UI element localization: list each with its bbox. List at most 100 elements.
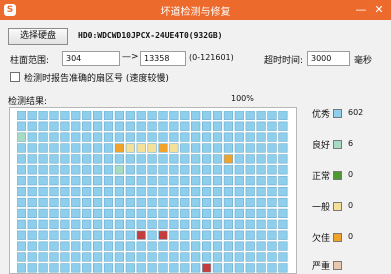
grid-cell-excellent bbox=[278, 111, 288, 120]
grid-cell-excellent bbox=[245, 219, 255, 229]
grid-cell-excellent bbox=[234, 230, 244, 240]
cylinder-from-input[interactable]: 304 bbox=[62, 51, 120, 66]
cylinder-to-input[interactable]: 13358 bbox=[140, 51, 186, 66]
legend-swatch-good bbox=[333, 140, 342, 149]
title-bar: S 坏道检测与修复 — ✕ bbox=[0, 0, 391, 20]
grid-cell-excellent bbox=[180, 154, 190, 164]
legend-count-poor: 0 bbox=[348, 232, 354, 241]
minimize-icon[interactable]: — bbox=[353, 2, 369, 18]
grid-cell-excellent bbox=[136, 252, 146, 262]
close-icon[interactable]: ✕ bbox=[371, 2, 387, 18]
grid-cell-excellent bbox=[267, 219, 277, 229]
grid-cell-excellent bbox=[158, 154, 168, 164]
grid-cell-good bbox=[17, 132, 26, 142]
grid-cell-excellent bbox=[234, 121, 244, 131]
grid-cell-excellent bbox=[17, 154, 26, 164]
grid-cell-excellent bbox=[147, 154, 157, 164]
grid-cell-excellent bbox=[27, 176, 37, 186]
grid-cell-excellent bbox=[125, 263, 135, 273]
grid-cell-excellent bbox=[223, 197, 234, 208]
grid-cell-excellent bbox=[202, 132, 212, 142]
grid-cell-excellent bbox=[38, 132, 48, 142]
grid-cell-excellent bbox=[60, 176, 70, 186]
grid-cell-excellent bbox=[245, 165, 255, 175]
grid-cell-excellent bbox=[223, 132, 234, 142]
grid-cell-excellent bbox=[169, 154, 179, 164]
grid-cell-poor bbox=[158, 143, 168, 153]
grid-cell-excellent bbox=[60, 263, 70, 273]
grid-cell-excellent bbox=[212, 197, 223, 208]
grid-cell-excellent bbox=[38, 197, 48, 208]
grid-cell-excellent bbox=[191, 154, 201, 164]
grid-cell-excellent bbox=[180, 208, 190, 218]
grid-cell-excellent bbox=[234, 165, 244, 175]
grid-cell-excellent bbox=[49, 208, 59, 218]
grid-cell-excellent bbox=[125, 219, 135, 229]
grid-cell-excellent bbox=[212, 252, 223, 262]
grid-cell-excellent bbox=[49, 230, 59, 240]
grid-cell-excellent bbox=[38, 263, 48, 273]
grid-cell-excellent bbox=[27, 111, 37, 120]
grid-cell-excellent bbox=[38, 121, 48, 131]
grid-cell-excellent bbox=[223, 263, 234, 273]
grid-cell-excellent bbox=[267, 263, 277, 273]
grid-cell-excellent bbox=[158, 219, 168, 229]
grid-cell-excellent bbox=[158, 176, 168, 186]
grid-cell-excellent bbox=[71, 241, 81, 251]
grid-cell-excellent bbox=[114, 121, 124, 131]
grid-cell-excellent bbox=[38, 230, 48, 240]
grid-cell-excellent bbox=[27, 132, 37, 142]
grid-cell-excellent bbox=[169, 111, 179, 120]
grid-cell-excellent bbox=[147, 132, 157, 142]
select-disk-button[interactable]: 选择硬盘 bbox=[8, 28, 68, 45]
grid-cell-excellent bbox=[212, 219, 223, 229]
scan-result-grid-panel bbox=[9, 107, 297, 274]
grid-cell-excellent bbox=[223, 111, 234, 120]
grid-cell-excellent bbox=[212, 154, 223, 164]
grid-cell-excellent bbox=[267, 208, 277, 218]
grid-cell-excellent bbox=[267, 230, 277, 240]
grid-cell-excellent bbox=[71, 154, 81, 164]
timeout-input[interactable]: 3000 bbox=[307, 51, 350, 66]
grid-cell-excellent bbox=[267, 154, 277, 164]
grid-cell-excellent bbox=[191, 111, 201, 120]
grid-cell-excellent bbox=[223, 165, 234, 175]
grid-cell-excellent bbox=[17, 176, 26, 186]
grid-cell-excellent bbox=[223, 252, 234, 262]
grid-cell-excellent bbox=[158, 263, 168, 273]
grid-cell-excellent bbox=[180, 187, 190, 197]
grid-cell-excellent bbox=[125, 241, 135, 251]
grid-cell-excellent bbox=[82, 121, 92, 131]
report-sector-checkbox[interactable] bbox=[10, 72, 20, 82]
grid-cell-excellent bbox=[49, 219, 59, 229]
grid-cell-excellent bbox=[60, 252, 70, 262]
grid-cell-excellent bbox=[202, 121, 212, 131]
grid-cell-excellent bbox=[114, 219, 124, 229]
grid-cell-excellent bbox=[256, 143, 266, 153]
grid-cell-excellent bbox=[49, 154, 59, 164]
grid-cell-excellent bbox=[38, 252, 48, 262]
grid-cell-bad bbox=[136, 230, 146, 240]
grid-cell-poor bbox=[114, 143, 124, 153]
grid-cell-excellent bbox=[49, 263, 59, 273]
grid-cell-excellent bbox=[278, 252, 288, 262]
grid-cell-excellent bbox=[169, 230, 179, 240]
grid-cell-excellent bbox=[114, 111, 124, 120]
grid-cell-excellent bbox=[60, 111, 70, 120]
grid-cell-excellent bbox=[202, 241, 212, 251]
grid-cell-excellent bbox=[180, 176, 190, 186]
grid-cell-excellent bbox=[60, 165, 70, 175]
grid-cell-excellent bbox=[27, 241, 37, 251]
legend-swatch-normal bbox=[333, 171, 342, 180]
grid-cell-excellent bbox=[234, 187, 244, 197]
grid-cell-excellent bbox=[136, 241, 146, 251]
grid-cell-excellent bbox=[103, 241, 114, 251]
grid-cell-excellent bbox=[256, 219, 266, 229]
grid-cell-excellent bbox=[82, 165, 92, 175]
grid-cell-excellent bbox=[38, 208, 48, 218]
grid-cell-excellent bbox=[212, 143, 223, 153]
grid-cell-excellent bbox=[202, 197, 212, 208]
grid-cell-excellent bbox=[158, 121, 168, 131]
grid-cell-excellent bbox=[125, 230, 135, 240]
grid-cell-excellent bbox=[60, 208, 70, 218]
